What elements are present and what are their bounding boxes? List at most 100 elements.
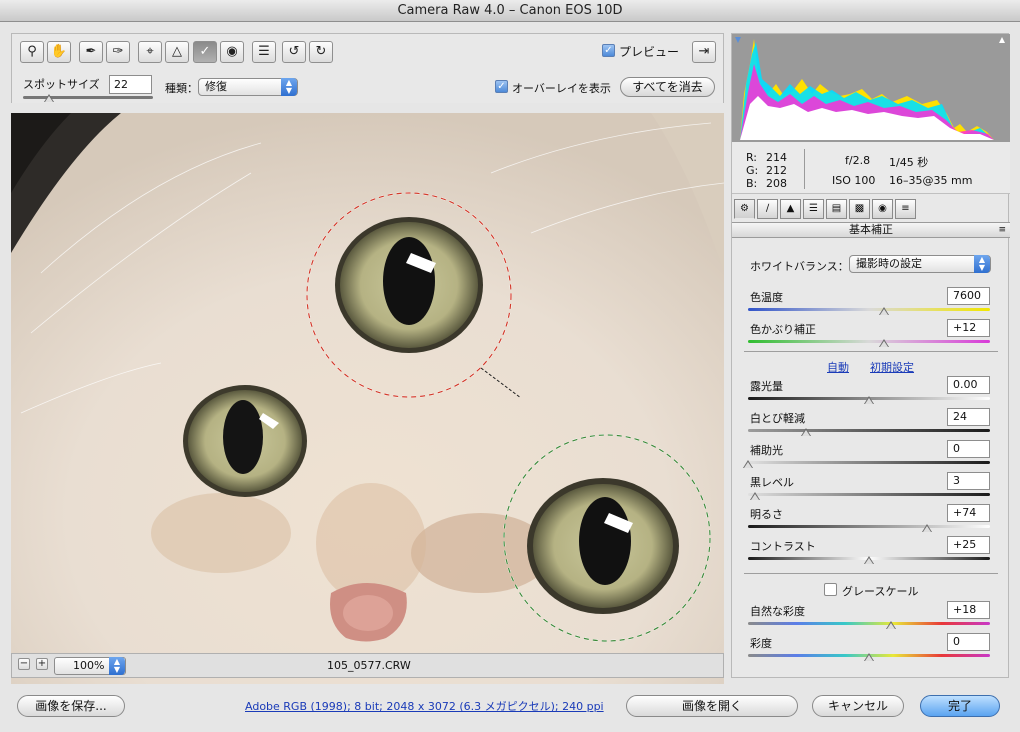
g-label: G: xyxy=(746,164,759,177)
spot-removal-tool-icon[interactable]: ✓ xyxy=(193,41,217,63)
slider-thumb[interactable] xyxy=(864,653,874,661)
rotate-cw-icon[interactable]: ↻ xyxy=(309,41,333,63)
slider-value-field[interactable]: +18 xyxy=(947,601,990,619)
aperture-value: f/2.8 xyxy=(845,154,871,167)
slider-label: コントラスト xyxy=(750,540,816,553)
workflow-options-link[interactable]: Adobe RGB (1998); 8 bit; 2048 x 3072 (6.… xyxy=(245,698,604,714)
slider-value-field[interactable]: 24 xyxy=(947,408,990,426)
slider-value-field[interactable]: 0 xyxy=(947,633,990,651)
zoom-level-value: 100% xyxy=(73,659,105,672)
overlay-label: オーバーレイを表示 xyxy=(512,82,611,95)
slider-track[interactable] xyxy=(748,493,990,496)
default-link[interactable]: 初期設定 xyxy=(870,359,914,375)
slider-value-field[interactable]: 0.00 xyxy=(947,376,990,394)
adjustments-sidebar: R: 214 G: 212 B: 208 f/2.8 1/45 秒 ISO 10… xyxy=(731,33,1010,678)
slider-track[interactable] xyxy=(748,340,990,343)
overlay-checkbox[interactable]: ✓ xyxy=(495,80,508,93)
slider-thumb[interactable] xyxy=(864,556,874,564)
r-label: R: xyxy=(746,151,758,164)
slider-thumb[interactable] xyxy=(864,396,874,404)
white-balance-tool-icon[interactable]: ✒ xyxy=(79,41,103,63)
slider-value-field[interactable]: +25 xyxy=(947,536,990,554)
panel-title: 基本補正 ≡ xyxy=(732,222,1010,238)
slider-thumb[interactable] xyxy=(922,524,933,532)
panel-divider xyxy=(744,351,998,352)
lens-value: 16–35@35 mm xyxy=(889,174,973,187)
tool-options-bar: スポットサイズ 22 種類： 修復 ▲ ▼ ✓ オーバーレイを表示 すべてを消去 xyxy=(11,67,724,103)
tab-tone-curve-icon[interactable]: ∕ xyxy=(757,199,778,219)
fullscreen-toggle-icon[interactable]: ⇥ xyxy=(692,41,716,63)
slider-value-field[interactable]: 0 xyxy=(947,440,990,458)
slider-label: 色かぶり補正 xyxy=(750,323,816,336)
red-eye-tool-icon[interactable]: ◉ xyxy=(220,41,244,63)
grayscale-checkbox[interactable] xyxy=(824,583,837,596)
spot-size-field[interactable]: 22 xyxy=(109,75,152,94)
hand-tool-icon[interactable]: ✋ xyxy=(47,41,71,63)
panel-menu-icon[interactable]: ≡ xyxy=(998,223,1006,237)
white-balance-select[interactable]: 撮影時の設定 ▲ ▼ xyxy=(849,255,991,273)
save-image-button[interactable]: 画像を保存... xyxy=(17,695,125,717)
slider-thumb[interactable] xyxy=(878,339,889,347)
histogram-graph xyxy=(732,34,1010,142)
slider-label: 明るさ xyxy=(750,508,783,521)
spot-size-label: スポットサイズ xyxy=(23,78,100,91)
preferences-icon[interactable]: ☰ xyxy=(252,41,276,63)
slider-track[interactable] xyxy=(748,622,990,625)
tab-lens-icon[interactable]: ▩ xyxy=(849,199,870,219)
tab-detail-icon[interactable]: ▲ xyxy=(780,199,801,219)
type-select[interactable]: 修復 ▲ ▼ xyxy=(198,78,298,96)
slider-value-field[interactable]: 3 xyxy=(947,472,990,490)
cancel-button[interactable]: キャンセル xyxy=(812,695,904,717)
g-value: 212 xyxy=(766,164,787,177)
zoom-tool-icon[interactable]: ⚲ xyxy=(20,41,44,63)
tab-split-toning-icon[interactable]: ▤ xyxy=(826,199,847,219)
spot-size-slider-track[interactable] xyxy=(23,96,153,99)
rotate-ccw-icon[interactable]: ↺ xyxy=(282,41,306,63)
tab-presets-icon[interactable]: ≡ xyxy=(895,199,916,219)
tab-hsl-icon[interactable]: ☰ xyxy=(803,199,824,219)
type-label: 種類： xyxy=(165,82,198,95)
grayscale-label: グレースケール xyxy=(842,585,919,598)
slider-track[interactable] xyxy=(748,461,990,464)
b-value: 208 xyxy=(766,177,787,190)
tab-basic-icon[interactable]: ⚙ xyxy=(734,199,755,219)
zoom-out-icon[interactable]: − xyxy=(18,658,30,670)
slider-thumb[interactable] xyxy=(878,307,889,315)
preview-label: プレビュー xyxy=(619,45,680,59)
tab-camera-calibration-icon[interactable]: ◉ xyxy=(872,199,893,219)
slider-label: 白とび軽減 xyxy=(750,412,805,425)
chevron-updown-icon: ▲ ▼ xyxy=(281,78,297,96)
b-label: B: xyxy=(746,177,758,190)
slider-label: 黒レベル xyxy=(750,476,794,489)
open-image-button[interactable]: 画像を開く xyxy=(626,695,798,717)
slider-thumb[interactable] xyxy=(801,428,812,436)
white-balance-label: ホワイトバランス： xyxy=(750,260,849,273)
slider-value-field[interactable]: +74 xyxy=(947,504,990,522)
auto-link[interactable]: 自動 xyxy=(827,359,849,375)
readout-divider xyxy=(804,149,805,189)
slider-label: 色温度 xyxy=(750,291,783,304)
done-button[interactable]: 完了 xyxy=(920,695,1000,717)
slider-thumb[interactable] xyxy=(885,621,896,629)
straighten-tool-icon[interactable]: △ xyxy=(165,41,189,63)
slider-value-field[interactable]: +12 xyxy=(947,319,990,337)
slider-label: 彩度 xyxy=(750,637,772,650)
slider-thumb[interactable] xyxy=(750,492,761,500)
image-preview[interactable] xyxy=(11,113,724,687)
spot-size-slider-thumb[interactable] xyxy=(44,94,54,102)
slider-track[interactable] xyxy=(748,525,990,528)
clear-all-button[interactable]: すべてを消去 xyxy=(620,77,715,97)
zoom-level-select[interactable]: 100% ▲ ▼ xyxy=(54,657,126,675)
slider-value-field[interactable]: 7600 xyxy=(947,287,990,305)
window-title: Camera Raw 4.0 – Canon EOS 10D xyxy=(0,0,1020,22)
crop-tool-icon[interactable]: ⌖ xyxy=(138,41,162,63)
slider-track[interactable] xyxy=(748,308,990,311)
preview-checkbox[interactable]: ✓ xyxy=(602,44,615,57)
slider-thumb[interactable] xyxy=(743,460,753,468)
zoom-in-icon[interactable]: + xyxy=(36,658,48,670)
panel-title-label: 基本補正 xyxy=(849,223,893,236)
status-bar: − + 100% ▲ ▼ 105_0577.CRW xyxy=(11,653,724,678)
color-sampler-tool-icon[interactable]: ✑ xyxy=(106,41,130,63)
chevron-updown-icon: ▲ ▼ xyxy=(974,255,990,273)
slider-track[interactable] xyxy=(748,429,990,432)
